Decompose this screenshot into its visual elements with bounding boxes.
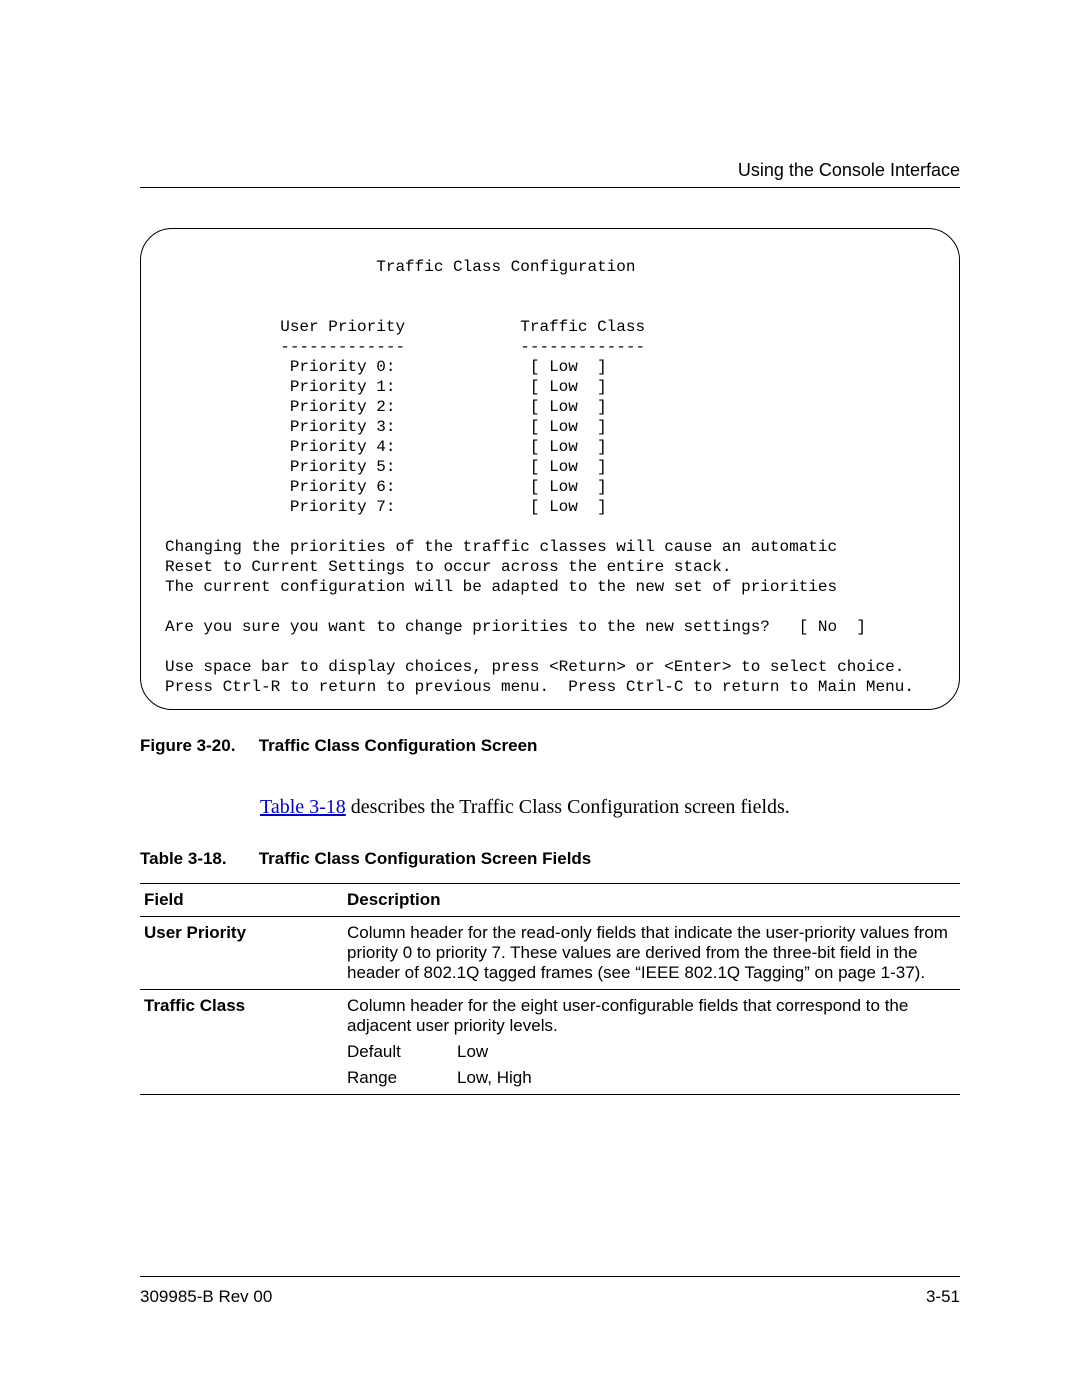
figure-label: Figure 3-20.	[140, 736, 254, 756]
terminal-row-3: Priority 3: [ Low ]	[165, 418, 607, 436]
terminal-help-line-1: Use space bar to display choices, press …	[165, 658, 904, 676]
table-title: Traffic Class Configuration Screen Field…	[259, 849, 592, 868]
subrow-value: Low	[457, 1042, 488, 1062]
table-row: Traffic Class Column header for the eigh…	[140, 990, 960, 1095]
table-reference-link[interactable]: Table 3-18	[260, 796, 346, 818]
page-number: 3-51	[926, 1287, 960, 1307]
figure-caption: Figure 3-20. Traffic Class Configuration…	[140, 736, 960, 756]
terminal-note-line-1: Changing the priorities of the traffic c…	[165, 538, 837, 556]
field-description-cell: Column header for the eight user-configu…	[343, 990, 960, 1095]
terminal-row-6: Priority 6: [ Low ]	[165, 478, 607, 496]
subrow-value: Low, High	[457, 1068, 532, 1088]
field-description-text: Column header for the eight user-configu…	[347, 996, 908, 1035]
footer-rule	[140, 1276, 960, 1277]
col-header-field: Field	[140, 884, 343, 917]
terminal-row-4: Priority 4: [ Low ]	[165, 438, 607, 456]
terminal-row-0: Priority 0: [ Low ]	[165, 358, 607, 376]
col-header-description: Description	[343, 884, 960, 917]
subrow-label: Default	[347, 1042, 457, 1062]
doc-id: 309985-B Rev 00	[140, 1287, 272, 1307]
field-name-cell: Traffic Class	[140, 990, 343, 1095]
terminal-help-line-2: Press Ctrl-R to return to previous menu.…	[165, 678, 914, 696]
terminal-note-line-3: The current configuration will be adapte…	[165, 578, 837, 596]
intro-text: describes the Traffic Class Configuratio…	[346, 796, 790, 818]
terminal-confirm-prompt: Are you sure you want to change prioriti…	[165, 618, 866, 636]
table-row: User Priority Column header for the read…	[140, 917, 960, 990]
field-name-cell: User Priority	[140, 917, 343, 990]
fields-table: Field Description User Priority Column h…	[140, 883, 960, 1095]
terminal-column-headers: User Priority Traffic Class	[165, 318, 645, 336]
page-footer: 309985-B Rev 00 3-51	[140, 1276, 960, 1307]
field-subrow-range: Range Low, High	[347, 1068, 956, 1088]
terminal-row-1: Priority 1: [ Low ]	[165, 378, 607, 396]
terminal-note-line-2: Reset to Current Settings to occur acros…	[165, 558, 732, 576]
running-head: Using the Console Interface	[140, 160, 960, 181]
table-caption: Table 3-18. Traffic Class Configuration …	[140, 849, 960, 869]
intro-paragraph: Table 3-18 describes the Traffic Class C…	[260, 796, 960, 819]
terminal-row-7: Priority 7: [ Low ]	[165, 498, 607, 516]
table-label: Table 3-18.	[140, 849, 254, 869]
table-header-row: Field Description	[140, 884, 960, 917]
field-subrow-default: Default Low	[347, 1042, 956, 1062]
document-page: Using the Console Interface Traffic Clas…	[0, 0, 1080, 1397]
subrow-label: Range	[347, 1068, 457, 1088]
field-description-cell: Column header for the read-only fields t…	[343, 917, 960, 990]
terminal-screenshot: Traffic Class Configuration User Priorit…	[140, 228, 960, 710]
figure-title: Traffic Class Configuration Screen	[259, 736, 538, 755]
terminal-row-5: Priority 5: [ Low ]	[165, 458, 607, 476]
terminal-title-line: Traffic Class Configuration	[165, 258, 635, 276]
header-rule	[140, 187, 960, 188]
terminal-row-2: Priority 2: [ Low ]	[165, 398, 607, 416]
